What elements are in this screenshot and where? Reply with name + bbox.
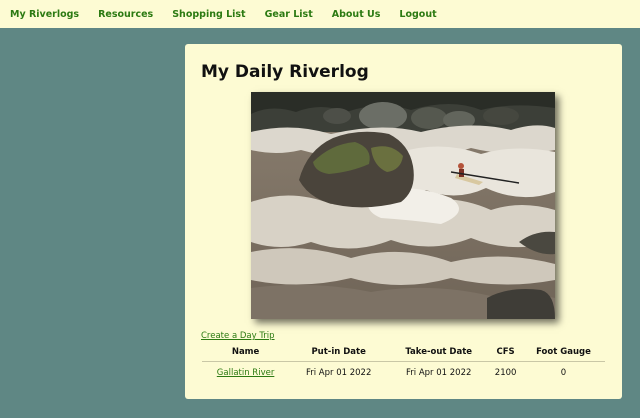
nav-gear-list[interactable]: Gear List — [265, 9, 313, 20]
cell-cfs: 2100 — [494, 368, 517, 379]
table-header-row: Name Put-in Date Take-out Date CFS Foot … — [202, 343, 605, 362]
col-header-put-in-date: Put-in Date — [289, 343, 389, 362]
page-title: My Daily Riverlog — [201, 62, 369, 82]
col-header-cfs: CFS — [489, 343, 522, 362]
cell-put-in-date: Fri Apr 01 2022 — [305, 368, 372, 379]
trip-name-link[interactable]: Gallatin River — [217, 368, 275, 378]
riverlog-card: My Daily Riverlog Create a Day Trip Name… — [185, 44, 622, 399]
nav-my-riverlogs[interactable]: My Riverlogs — [10, 9, 79, 20]
col-header-name: Name — [202, 343, 290, 362]
cell-foot-gauge: 0 — [560, 368, 567, 379]
nav-logout[interactable]: Logout — [399, 9, 436, 20]
nav-shopping-list[interactable]: Shopping List — [172, 9, 245, 20]
col-header-foot-gauge: Foot Gauge — [521, 343, 605, 362]
create-day-trip-link[interactable]: Create a Day Trip — [201, 331, 275, 341]
nav-about-us[interactable]: About Us — [332, 9, 381, 20]
col-header-take-out-date: Take-out Date — [388, 343, 490, 362]
top-navbar: My Riverlogs Resources Shopping List Gea… — [0, 0, 640, 28]
trip-table: Name Put-in Date Take-out Date CFS Foot … — [202, 343, 605, 385]
river-photo — [251, 92, 555, 319]
cell-name: Gallatin River — [202, 361, 289, 385]
cell-take-out-date: Fri Apr 01 2022 — [406, 368, 472, 379]
nav-resources[interactable]: Resources — [98, 9, 153, 20]
river-rapids-image — [251, 92, 555, 319]
table-row: Gallatin River Fri Apr 01 2022 Fri Apr 0… — [202, 361, 605, 385]
